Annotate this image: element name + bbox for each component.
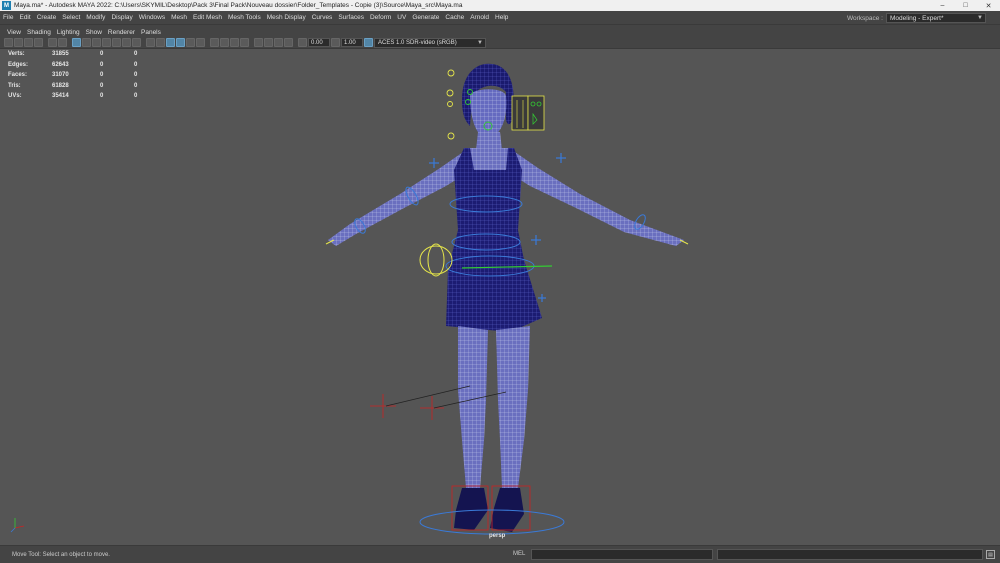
title-bar: M Maya.ma* - Autodesk MAYA 2022: C:\User…	[0, 0, 1000, 11]
window-title: Maya.ma* - Autodesk MAYA 2022: C:\Users\…	[14, 2, 463, 9]
menu-mesh-tools[interactable]: Mesh Tools	[225, 14, 264, 21]
character-head	[470, 89, 507, 138]
panel-menu-renderer[interactable]: Renderer	[105, 29, 138, 36]
panel-menu-view[interactable]: View	[4, 29, 24, 36]
safe-action-icon[interactable]	[122, 38, 131, 47]
panel-menu-lighting[interactable]: Lighting	[54, 29, 83, 36]
mel-toggle-button[interactable]: MEL	[513, 551, 525, 557]
shadows-icon[interactable]	[196, 38, 205, 47]
textured-icon[interactable]	[176, 38, 185, 47]
use-all-lights-icon[interactable]	[186, 38, 195, 47]
hud-row: Edges: 62643 0 0	[8, 61, 138, 68]
hud-row: UVs: 35414 0 0	[8, 93, 138, 100]
viewport-scene	[10, 63, 689, 535]
view-transform-value: ACES 1.0 SDR-video (sRGB)	[378, 39, 457, 46]
chevron-down-icon: ▼	[477, 39, 483, 46]
wireframe-on-shaded-icon[interactable]	[166, 38, 175, 47]
menu-modify[interactable]: Modify	[83, 14, 108, 21]
safe-title-icon[interactable]	[132, 38, 141, 47]
head-controls[interactable]	[446, 69, 455, 140]
depth-of-field-icon[interactable]	[240, 38, 249, 47]
menu-windows[interactable]: Windows	[136, 14, 168, 21]
gate-mask-icon[interactable]	[102, 38, 111, 47]
view-transform-dropdown[interactable]: ACES 1.0 SDR-video (sRGB) ▼	[374, 37, 486, 48]
2d-pan-zoom-icon[interactable]	[48, 38, 57, 47]
face-rig-panel[interactable]	[511, 95, 545, 131]
gamma-field[interactable]: 1.00	[341, 38, 363, 47]
menu-mesh-display[interactable]: Mesh Display	[264, 14, 309, 21]
gamma-icon[interactable]	[331, 38, 340, 47]
select-camera-icon[interactable]	[4, 38, 13, 47]
backface-culling-icon[interactable]	[284, 38, 293, 47]
poly-count-hud: Verts: 31855 0 0 Edges: 62643 0 0 Faces:…	[8, 49, 154, 102]
camera-name-label: persp	[489, 533, 506, 539]
resolution-gate-icon[interactable]	[92, 38, 101, 47]
menu-mesh[interactable]: Mesh	[168, 14, 190, 21]
chevron-down-icon: ▼	[977, 15, 983, 21]
menu-curves[interactable]: Curves	[309, 14, 336, 21]
menu-select[interactable]: Select	[59, 14, 83, 21]
hud-row: Faces: 31070 0 0	[8, 72, 138, 79]
script-editor-icon[interactable]: ▤	[986, 550, 995, 559]
knee-pole-vectors[interactable]	[370, 394, 444, 420]
camera-attributes-icon[interactable]	[14, 38, 23, 47]
menu-uv[interactable]: UV	[394, 14, 409, 21]
image-plane-icon[interactable]	[34, 38, 43, 47]
main-menu-bar: File Edit Create Select Modify Display W…	[0, 11, 1000, 25]
panel-menu-shading[interactable]: Shading	[24, 29, 54, 36]
isolate-select-icon[interactable]	[254, 38, 263, 47]
screen-space-ao-icon[interactable]	[210, 38, 219, 47]
xray-joints-icon[interactable]	[274, 38, 283, 47]
menu-deform[interactable]: Deform	[367, 14, 394, 21]
workspace-value: Modeling - Expert*	[890, 14, 944, 22]
motion-blur-icon[interactable]	[220, 38, 229, 47]
exposure-field[interactable]: 0.00	[308, 38, 330, 47]
film-gate-icon[interactable]	[82, 38, 91, 47]
hud-row: Tris: 61828 0 0	[8, 82, 138, 89]
panel-menu-show[interactable]: Show	[83, 29, 105, 36]
viewport-persp[interactable]: Verts: 31855 0 0 Edges: 62643 0 0 Faces:…	[0, 49, 1000, 545]
menu-edit-mesh[interactable]: Edit Mesh	[190, 14, 225, 21]
wireframe-icon[interactable]	[146, 38, 155, 47]
menu-edit[interactable]: Edit	[16, 14, 33, 21]
hud-row: Verts: 31855 0 0	[8, 51, 138, 58]
menu-generate[interactable]: Generate	[409, 14, 442, 21]
menu-display[interactable]: Display	[108, 14, 135, 21]
help-line: Move Tool: Select an object to move.	[12, 551, 110, 558]
workspace-dropdown[interactable]: Modeling - Expert* ▼	[886, 13, 986, 23]
anti-aliasing-icon[interactable]	[230, 38, 239, 47]
menu-cache[interactable]: Cache	[442, 14, 467, 21]
view-axis-icon	[10, 518, 25, 533]
smooth-shade-icon[interactable]	[156, 38, 165, 47]
menu-file[interactable]: File	[0, 14, 16, 21]
xray-icon[interactable]	[264, 38, 273, 47]
workspace-selector: Workspace : Modeling - Expert* ▼	[847, 13, 986, 23]
close-button[interactable]: ✕	[977, 0, 1000, 11]
panel-menu-bar: View Shading Lighting Show Renderer Pane…	[0, 28, 1000, 37]
menu-help[interactable]: Help	[492, 14, 511, 21]
command-line-input[interactable]	[531, 549, 713, 560]
menu-arnold[interactable]: Arnold	[467, 14, 492, 21]
menu-surfaces[interactable]: Surfaces	[335, 14, 367, 21]
status-bar: Move Tool: Select an object to move. MEL…	[0, 545, 1000, 563]
panel-toolbar: 0.00 1.00 ACES 1.0 SDR-video (sRGB) ▼	[0, 37, 1000, 49]
menu-create[interactable]: Create	[34, 14, 60, 21]
minimize-button[interactable]: –	[931, 0, 954, 11]
panel-menu-panels[interactable]: Panels	[138, 29, 164, 36]
grease-pencil-icon[interactable]	[58, 38, 67, 47]
bookmarks-icon[interactable]	[24, 38, 33, 47]
maximize-button[interactable]: □	[954, 0, 977, 11]
character-legs	[458, 326, 530, 488]
grid-icon[interactable]	[72, 38, 81, 47]
color-management-icon[interactable]	[364, 38, 373, 47]
command-result-field	[717, 549, 983, 560]
exposure-icon[interactable]	[298, 38, 307, 47]
maya-logo-icon: M	[2, 1, 11, 10]
field-chart-icon[interactable]	[112, 38, 121, 47]
workspace-label: Workspace :	[846, 14, 883, 22]
